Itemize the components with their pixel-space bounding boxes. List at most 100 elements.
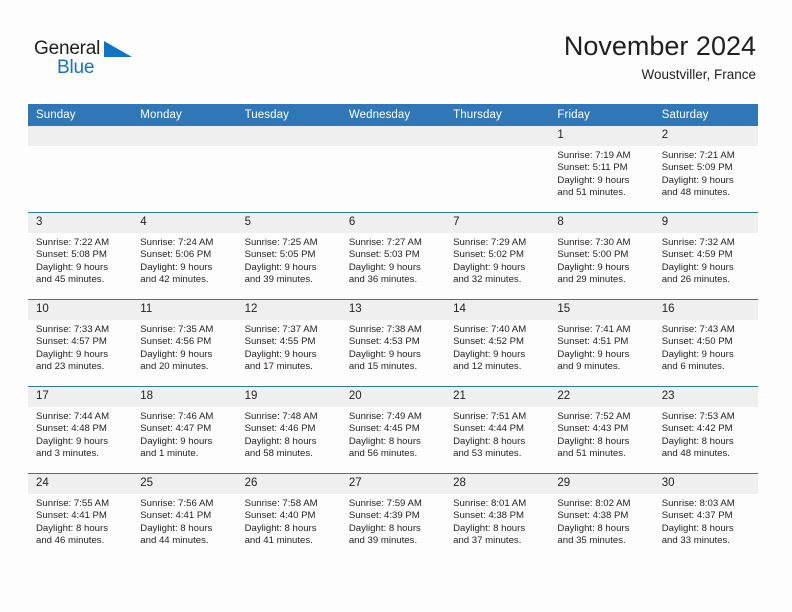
sunset-time: Sunset: 4:48 PM [36,423,107,435]
daylight-duration-line2: and 17 minutes. [244,361,313,373]
calendar-day-cell[interactable]: 19 Sunrise: 7:48 AM Sunset: 4:46 PM Dayligh… [236,386,341,474]
general-blue-logo[interactable]: General Blue [34,38,144,82]
daylight-duration-line2: and 6 minutes. [661,361,725,373]
day-number: 13 [340,300,446,320]
daylight-duration-line1: Daylight: 8 hours [453,522,526,534]
daylight-duration-line2: and 36 minutes. [348,274,418,286]
daylight-duration-line1: Daylight: 8 hours [661,435,734,447]
calendar-day-cell[interactable]: 24 Sunrise: 7:55 AM Sunset: 4:41 PM Dayligh… [28,473,133,560]
page-title: November 2024 [563,31,756,61]
day-sun-info: Sunrise: 7:37 AM Sunset: 4:55 PM Daylight:… [237,320,341,374]
daylight-duration-line2: and 39 minutes. [244,274,313,286]
sunrise-time: Sunrise: 7:32 AM [661,237,735,248]
day-number: 8 [549,213,654,233]
calendar-day-cell[interactable]: 16 Sunrise: 7:43 AM Sunset: 4:50 PM Dayligh… [653,299,758,387]
daylight-duration-line1: Daylight: 8 hours [661,522,734,534]
calendar-day-cell[interactable]: 5 Sunrise: 7:25 AM Sunset: 5:05 PM Daylight… [236,212,341,300]
daylight-duration-line2: and 3 minutes. [36,448,99,460]
sunset-time: Sunset: 4:50 PM [661,336,733,348]
day-number: 29 [549,474,654,494]
calendar-day-cell[interactable]: 9 Sunrise: 7:32 AM Sunset: 4:59 PM Daylight… [653,212,758,300]
daylight-duration-line2: and 58 minutes. [244,448,313,460]
calendar-day-cell[interactable]: 7 Sunrise: 7:29 AM Sunset: 5:02 PM Daylight… [445,212,550,300]
day-sun-info: Sunrise: 7:35 AM Sunset: 4:56 PM Daylight:… [132,320,236,374]
day-sun-info: Sunrise: 8:01 AM Sunset: 4:38 PM Daylight:… [445,494,549,548]
day-number: 16 [653,300,758,320]
calendar-day-cell[interactable]: 30 Sunrise: 8:03 AM Sunset: 4:37 PM Dayligh… [653,473,758,560]
day-number: 1 [549,126,654,146]
calendar-day-cell[interactable]: 8 Sunrise: 7:30 AM Sunset: 5:00 PM Daylight… [549,212,654,300]
daylight-duration-line1: Daylight: 8 hours [348,435,421,447]
sunset-time: Sunset: 4:45 PM [348,423,420,435]
sunrise-time: Sunrise: 7:55 AM [36,498,110,509]
sunrise-time: Sunrise: 7:38 AM [348,324,422,335]
day-sun-info: Sunrise: 7:55 AM Sunset: 4:41 PM Daylight:… [28,494,132,548]
day-sun-info: Sunrise: 7:29 AM Sunset: 5:02 PM Daylight:… [445,233,549,287]
calendar-day-cell[interactable]: 1 Sunrise: 7:19 AM Sunset: 5:11 PM Daylight… [549,126,654,213]
calendar-day-cell-empty [236,126,341,213]
sunrise-time: Sunrise: 8:01 AM [453,498,527,509]
day-number [236,126,341,146]
sunrise-time: Sunrise: 7:40 AM [453,324,527,335]
calendar-day-cell[interactable]: 23 Sunrise: 7:53 AM Sunset: 4:42 PM Dayligh… [653,386,758,474]
daylight-duration-line2: and 51 minutes. [557,448,626,460]
calendar-day-cell[interactable]: 17 Sunrise: 7:44 AM Sunset: 4:48 PM Dayligh… [28,386,133,474]
sunset-time: Sunset: 4:52 PM [453,336,525,348]
day-sun-info: Sunrise: 7:19 AM Sunset: 5:11 PM Daylight:… [549,146,653,200]
title-block: November 2024 Woustviller, France [564,30,756,84]
calendar-day-cell[interactable]: 2 Sunrise: 7:21 AM Sunset: 5:09 PM Daylight… [653,126,758,213]
calendar-week-row: 1 Sunrise: 7:19 AM Sunset: 5:11 PM Daylight… [28,126,758,213]
daylight-duration-line2: and 48 minutes. [661,187,730,199]
daylight-duration-line2: and 51 minutes. [557,187,626,199]
daylight-duration-line1: Daylight: 9 hours [140,435,213,447]
day-number: 22 [549,387,654,407]
daylight-duration-line2: and 1 minute. [140,448,199,460]
sunset-time: Sunset: 4:55 PM [244,336,316,348]
calendar-day-cell[interactable]: 11 Sunrise: 7:35 AM Sunset: 4:56 PM Dayligh… [132,299,237,387]
weekday-header-friday: Friday [549,104,654,126]
calendar-day-cell[interactable]: 26 Sunrise: 7:58 AM Sunset: 4:40 PM Dayligh… [236,473,341,560]
day-number: 6 [340,213,446,233]
day-number: 23 [653,387,758,407]
calendar-day-cell[interactable]: 28 Sunrise: 8:01 AM Sunset: 4:38 PM Dayligh… [445,473,550,560]
day-sun-info: Sunrise: 7:52 AM Sunset: 4:43 PM Daylight:… [549,407,653,461]
calendar-day-cell[interactable]: 13 Sunrise: 7:38 AM Sunset: 4:53 PM Dayligh… [340,299,446,387]
daylight-duration-line2: and 26 minutes. [661,274,730,286]
sunset-time: Sunset: 4:56 PM [140,336,212,348]
calendar-day-cell[interactable]: 18 Sunrise: 7:46 AM Sunset: 4:47 PM Dayligh… [132,386,237,474]
calendar-week-row: 3 Sunrise: 7:22 AM Sunset: 5:08 PM Daylight… [28,212,758,300]
day-sun-info: Sunrise: 7:38 AM Sunset: 4:53 PM Daylight:… [341,320,445,374]
calendar-day-cell[interactable]: 25 Sunrise: 7:56 AM Sunset: 4:41 PM Dayligh… [132,473,237,560]
daylight-duration-line1: Daylight: 9 hours [244,348,317,360]
day-number: 30 [653,474,758,494]
daylight-duration-line2: and 12 minutes. [453,361,522,373]
calendar-day-cell[interactable]: 6 Sunrise: 7:27 AM Sunset: 5:03 PM Daylight… [340,212,446,300]
calendar-day-cell[interactable]: 15 Sunrise: 7:41 AM Sunset: 4:51 PM Dayligh… [549,299,654,387]
calendar-day-cell[interactable]: 29 Sunrise: 8:02 AM Sunset: 4:38 PM Dayligh… [549,473,654,560]
weekday-header-sunday: Sunday [28,104,133,126]
sunset-time: Sunset: 5:03 PM [348,249,420,261]
day-number: 3 [28,213,133,233]
sunrise-time: Sunrise: 7:52 AM [557,411,631,422]
sunrise-time: Sunrise: 8:02 AM [557,498,631,509]
daylight-duration-line2: and 44 minutes. [140,535,209,547]
calendar-day-cell-empty [340,126,446,213]
daylight-duration-line2: and 15 minutes. [348,361,418,373]
calendar-day-cell[interactable]: 14 Sunrise: 7:40 AM Sunset: 4:52 PM Dayligh… [445,299,550,387]
logo-text-blue: Blue [57,57,95,78]
calendar-day-cell[interactable]: 22 Sunrise: 7:52 AM Sunset: 4:43 PM Dayligh… [549,386,654,474]
calendar-header-row: Sunday Monday Tuesday Wednesday Thursday… [28,104,758,126]
sunset-time: Sunset: 4:38 PM [557,510,629,522]
calendar-day-cell[interactable]: 10 Sunrise: 7:33 AM Sunset: 4:57 PM Dayligh… [28,299,133,387]
calendar-day-cell[interactable]: 3 Sunrise: 7:22 AM Sunset: 5:08 PM Daylight… [28,212,133,300]
day-number [28,126,133,146]
calendar-day-cell[interactable]: 4 Sunrise: 7:24 AM Sunset: 5:06 PM Daylight… [132,212,237,300]
day-number: 17 [28,387,133,407]
calendar-day-cell[interactable]: 12 Sunrise: 7:37 AM Sunset: 4:55 PM Dayligh… [236,299,341,387]
calendar-day-cell[interactable]: 27 Sunrise: 7:59 AM Sunset: 4:39 PM Dayligh… [340,473,446,560]
sunrise-time: Sunrise: 7:48 AM [244,411,318,422]
daylight-duration-line1: Daylight: 9 hours [557,174,630,186]
calendar-day-cell[interactable]: 21 Sunrise: 7:51 AM Sunset: 4:44 PM Dayligh… [445,386,550,474]
calendar-day-cell[interactable]: 20 Sunrise: 7:49 AM Sunset: 4:45 PM Dayligh… [340,386,446,474]
sunset-time: Sunset: 4:57 PM [36,336,107,348]
